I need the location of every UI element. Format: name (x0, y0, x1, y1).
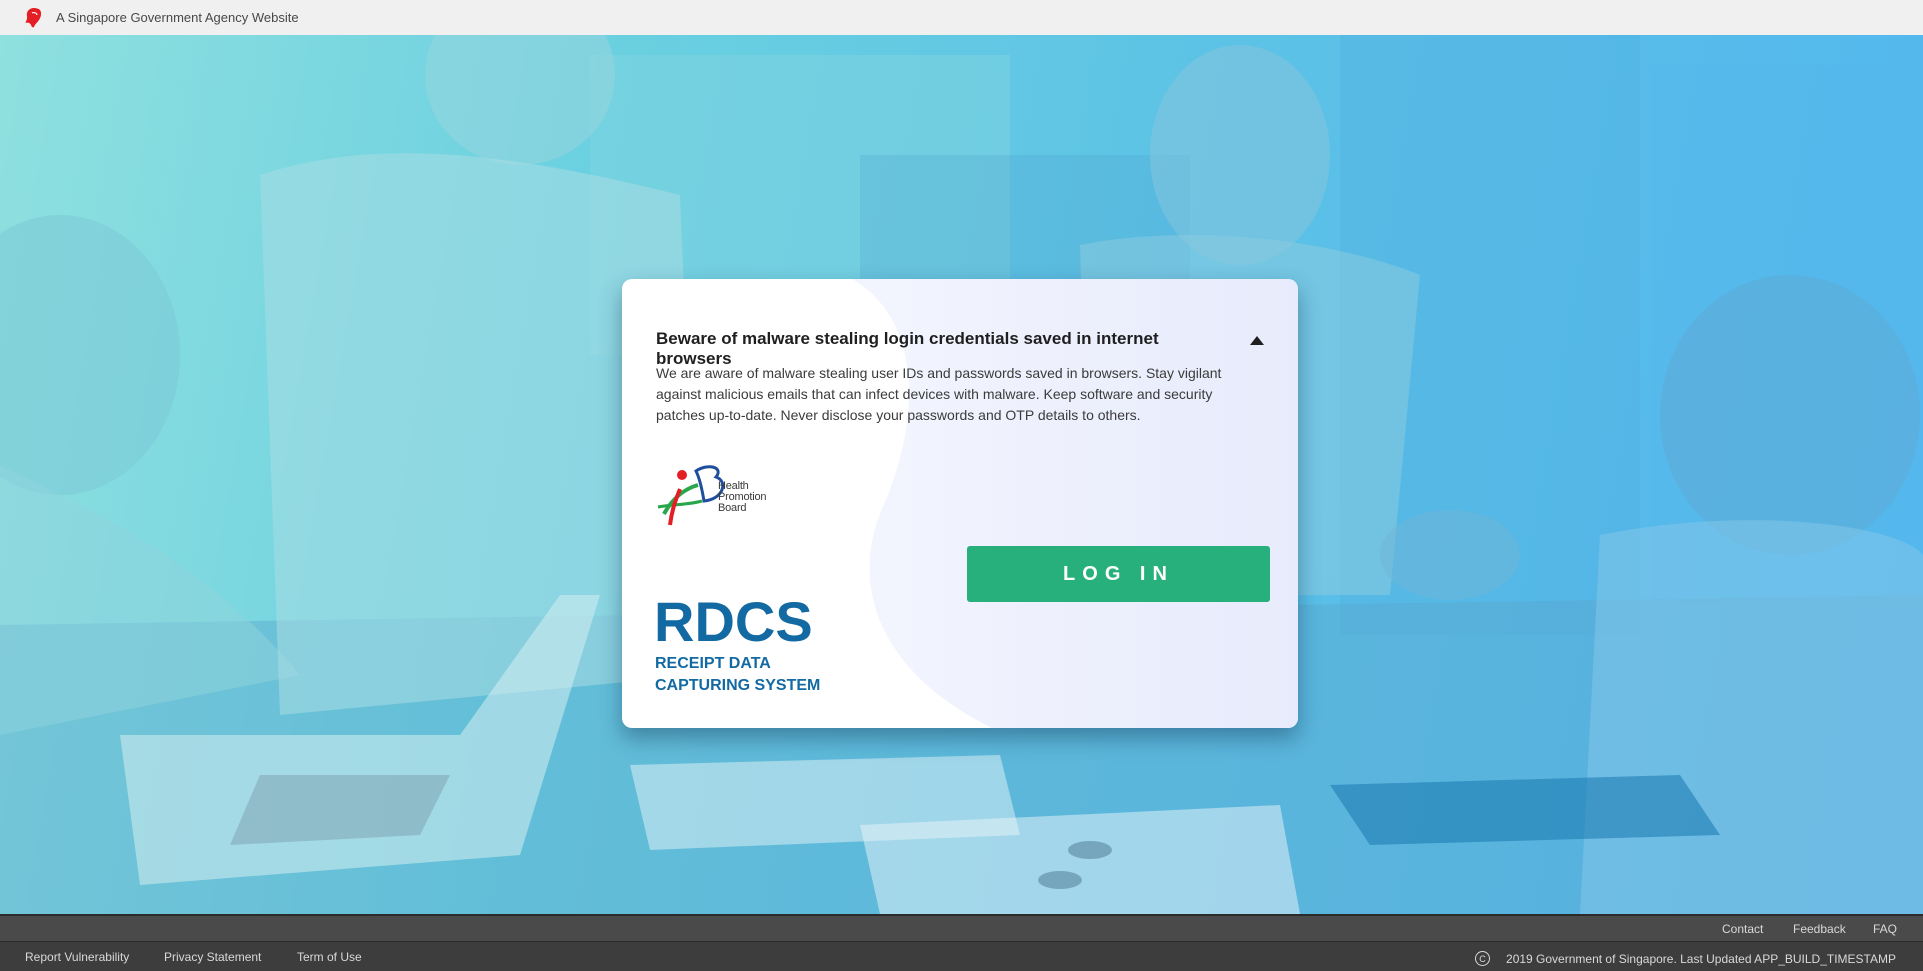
product-name-line: CAPTURING SYSTEM (655, 677, 821, 694)
caret-up-icon[interactable] (1249, 334, 1265, 346)
footer-link-faq[interactable]: FAQ (1873, 922, 1897, 936)
footer-top-bar: Contact Feedback FAQ (0, 914, 1923, 941)
copyright-notice: C 2019 Government of Singapore. Last Upd… (1475, 951, 1896, 966)
copyright-text: 2019 Government of Singapore. Last Updat… (1506, 951, 1896, 966)
product-full-name: RECEIPT DATA CAPTURING SYSTEM (655, 653, 820, 697)
notice-body: We are aware of malware stealing user ID… (656, 365, 1222, 423)
hpb-logo-text: Health Promotion Board (718, 481, 767, 514)
login-button[interactable]: LOG IN (967, 546, 1270, 602)
masthead-text: A Singapore Government Agency Website (56, 10, 299, 25)
hero-background: Beware of malware stealing login credent… (0, 35, 1923, 914)
lion-head-icon (25, 7, 42, 27)
hpb-logo-line: Board (718, 502, 747, 514)
footer-bottom-bar: Report Vulnerability Privacy Statement T… (0, 941, 1923, 971)
product-acronym: RDCS (654, 590, 813, 653)
login-card: Beware of malware stealing login credent… (622, 279, 1298, 728)
copyright-icon: C (1475, 951, 1491, 966)
footer-link-feedback[interactable]: Feedback (1793, 922, 1846, 936)
footer-link-contact[interactable]: Contact (1722, 922, 1763, 936)
gov-masthead: A Singapore Government Agency Website (0, 0, 1923, 35)
footer-link-privacy-statement[interactable]: Privacy Statement (164, 950, 261, 964)
footer-link-report-vulnerability[interactable]: Report Vulnerability (25, 950, 129, 964)
footer-link-terms-of-use[interactable]: Term of Use (297, 950, 362, 964)
product-name-line: RECEIPT DATA (655, 655, 771, 672)
